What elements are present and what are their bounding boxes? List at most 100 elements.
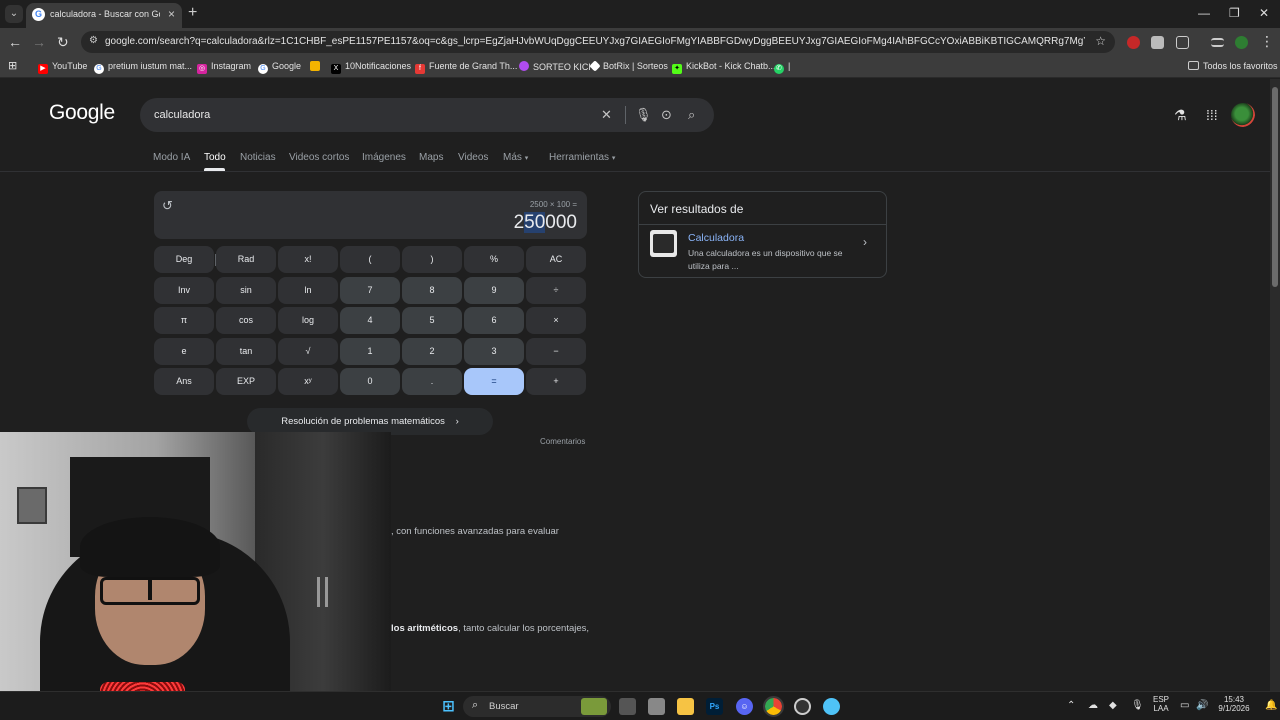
bookmark-instagram[interactable]: ◎ Instagram [197, 61, 251, 74]
calc-key[interactable]: 6 [464, 307, 524, 334]
calc-key[interactable]: tan [216, 338, 276, 365]
show-hidden-icons[interactable]: ⌃ [1067, 700, 1075, 711]
restore-icon[interactable]: ❐ [1229, 6, 1240, 20]
calc-key[interactable]: log [278, 307, 338, 334]
extension-icon[interactable] [1127, 36, 1140, 49]
calc-key[interactable]: 2 [402, 338, 462, 365]
scrollbar-thumb[interactable] [1272, 87, 1278, 287]
calc-key[interactable]: + [526, 368, 586, 395]
browser-tab-active[interactable]: G calculadora - Buscar con Google × [26, 3, 182, 28]
google-logo[interactable]: Google [49, 101, 115, 125]
tab-noticias[interactable]: Noticias [240, 152, 276, 163]
google-apps-icon[interactable]: ⁞⁞⁞ [1206, 107, 1218, 123]
tab-todo[interactable]: Todo [204, 152, 226, 163]
tab-videos-cortos[interactable]: Videos cortos [289, 152, 349, 163]
calc-key[interactable]: 8 [402, 277, 462, 304]
back-icon[interactable]: ← [8, 34, 22, 50]
calc-key[interactable]: sin [216, 277, 276, 304]
search-input[interactable]: calculadora [154, 109, 210, 121]
app-icon[interactable] [823, 698, 840, 715]
bookmark-sorteo-kick[interactable]: SORTEO KICK [519, 61, 594, 72]
calc-key[interactable]: xʸ [278, 368, 338, 395]
calc-key[interactable]: 9 [464, 277, 524, 304]
calc-key[interactable]: 5 [402, 307, 462, 334]
notification-icon[interactable]: 🔔 [1265, 700, 1277, 711]
apps-grid-icon[interactable]: ⊞ [8, 59, 17, 72]
calc-key[interactable]: Inv [154, 277, 214, 304]
close-window-icon[interactable]: ✕ [1259, 6, 1269, 20]
calc-key[interactable]: Rad [216, 246, 276, 273]
calc-key[interactable]: 7 [340, 277, 400, 304]
reload-icon[interactable]: ↻ [57, 34, 69, 51]
search-icon[interactable]: ⌕ [688, 107, 695, 123]
taskbar-search[interactable]: ⌕ Buscar [463, 696, 611, 717]
calc-key[interactable]: cos [216, 307, 276, 334]
windows-start-icon[interactable]: ⊞ [440, 698, 457, 715]
calc-key[interactable]: 3 [464, 338, 524, 365]
address-bar[interactable]: ⚙ google.com/search?q=calculadora&rlz=1C… [81, 31, 1115, 53]
clock[interactable]: 15:43 9/1/2026 [1216, 695, 1252, 713]
calc-key[interactable]: − [526, 338, 586, 365]
new-tab-icon[interactable]: + [188, 4, 197, 22]
file-explorer-icon[interactable] [677, 698, 694, 715]
bookmark-google[interactable]: G Google [258, 61, 301, 74]
bookmark-botrix[interactable]: BotRix | Sorteos [589, 60, 668, 72]
url-text[interactable]: google.com/search?q=calculadora&rlz=1C1C… [105, 36, 1085, 47]
microphone-tray-icon[interactable]: 🎙 [1131, 700, 1144, 711]
calc-key[interactable]: ( [340, 246, 400, 273]
volume-icon[interactable]: 🔊 [1196, 700, 1208, 711]
bookmark-star-icon[interactable]: ☆ [1095, 34, 1106, 48]
extensions-puzzle-icon[interactable] [1176, 36, 1189, 49]
calc-key[interactable]: ÷ [526, 277, 586, 304]
clear-icon[interactable]: ✕ [601, 107, 612, 123]
site-info-icon[interactable]: ⚙ [89, 35, 98, 46]
tab-videos[interactable]: Videos [458, 152, 488, 163]
menu-kebab-icon[interactable]: ⋮ [1260, 33, 1274, 50]
calc-key[interactable]: √ [278, 338, 338, 365]
account-avatar[interactable] [1231, 103, 1255, 127]
chevron-right-icon[interactable]: › [863, 235, 867, 249]
calc-key[interactable]: × [526, 307, 586, 334]
tab-modo-ia[interactable]: Modo IA [153, 152, 190, 163]
calc-key[interactable]: 0 [340, 368, 400, 395]
bookmark-fuente[interactable]: f Fuente de Grand Th... [415, 61, 517, 74]
calculadora-link[interactable]: Calculadora [688, 232, 744, 244]
calc-key[interactable]: % [464, 246, 524, 273]
bookmark-youtube[interactable]: ▶ YouTube [38, 61, 87, 74]
calc-key[interactable]: AC [526, 246, 586, 273]
tray-app-icon[interactable]: ◆ [1109, 700, 1117, 711]
math-solver-button[interactable]: Resolución de problemas matemáticos › [247, 408, 493, 435]
calc-key[interactable]: ) [402, 246, 462, 273]
calc-key[interactable]: x! [278, 246, 338, 273]
tab-mas[interactable]: Más ▾ [503, 152, 528, 163]
calculator-thumbnail[interactable] [650, 230, 677, 257]
page-scrollbar[interactable] [1270, 79, 1280, 691]
calc-key[interactable]: EXP [216, 368, 276, 395]
minimize-icon[interactable]: — [1198, 6, 1210, 20]
camera-lens-icon[interactable]: ⊙ [661, 107, 672, 123]
calc-key[interactable]: Ans [154, 368, 214, 395]
microphone-icon[interactable]: 🎙 [635, 107, 652, 123]
history-icon[interactable]: ↺ [162, 198, 173, 214]
network-icon[interactable]: ▭ [1180, 700, 1189, 711]
labs-flask-icon[interactable]: ⚗ [1174, 107, 1187, 124]
app-icon[interactable] [648, 698, 665, 715]
bookmark-notificaciones[interactable]: X 10Notificaciones [331, 61, 411, 74]
tab-maps[interactable]: Maps [419, 152, 443, 163]
discord-icon[interactable]: ☺ [736, 698, 753, 715]
bookmark-colorful[interactable] [310, 61, 324, 72]
calc-key[interactable]: . [402, 368, 462, 395]
tab-herramientas[interactable]: Herramientas ▾ [549, 152, 615, 163]
obs-icon[interactable] [794, 698, 811, 715]
calculator-result[interactable]: 250000 [514, 212, 577, 234]
all-bookmarks-folder[interactable]: Todos los favoritos [1188, 61, 1278, 71]
media-control-icon[interactable] [1211, 38, 1224, 47]
calc-key[interactable]: = [464, 368, 524, 395]
task-view-icon[interactable] [619, 698, 636, 715]
language-indicator[interactable]: ESP LAA [1153, 695, 1169, 713]
profile-avatar-icon[interactable] [1235, 36, 1248, 49]
search-box[interactable]: calculadora ✕ 🎙 ⊙ ⌕ [140, 98, 714, 132]
bookmark-kickbot[interactable]: ✦ KickBot - Kick Chatb... [672, 61, 776, 74]
calc-key[interactable]: 1 [340, 338, 400, 365]
tab-search-menu-icon[interactable]: ⌄ [5, 5, 23, 23]
